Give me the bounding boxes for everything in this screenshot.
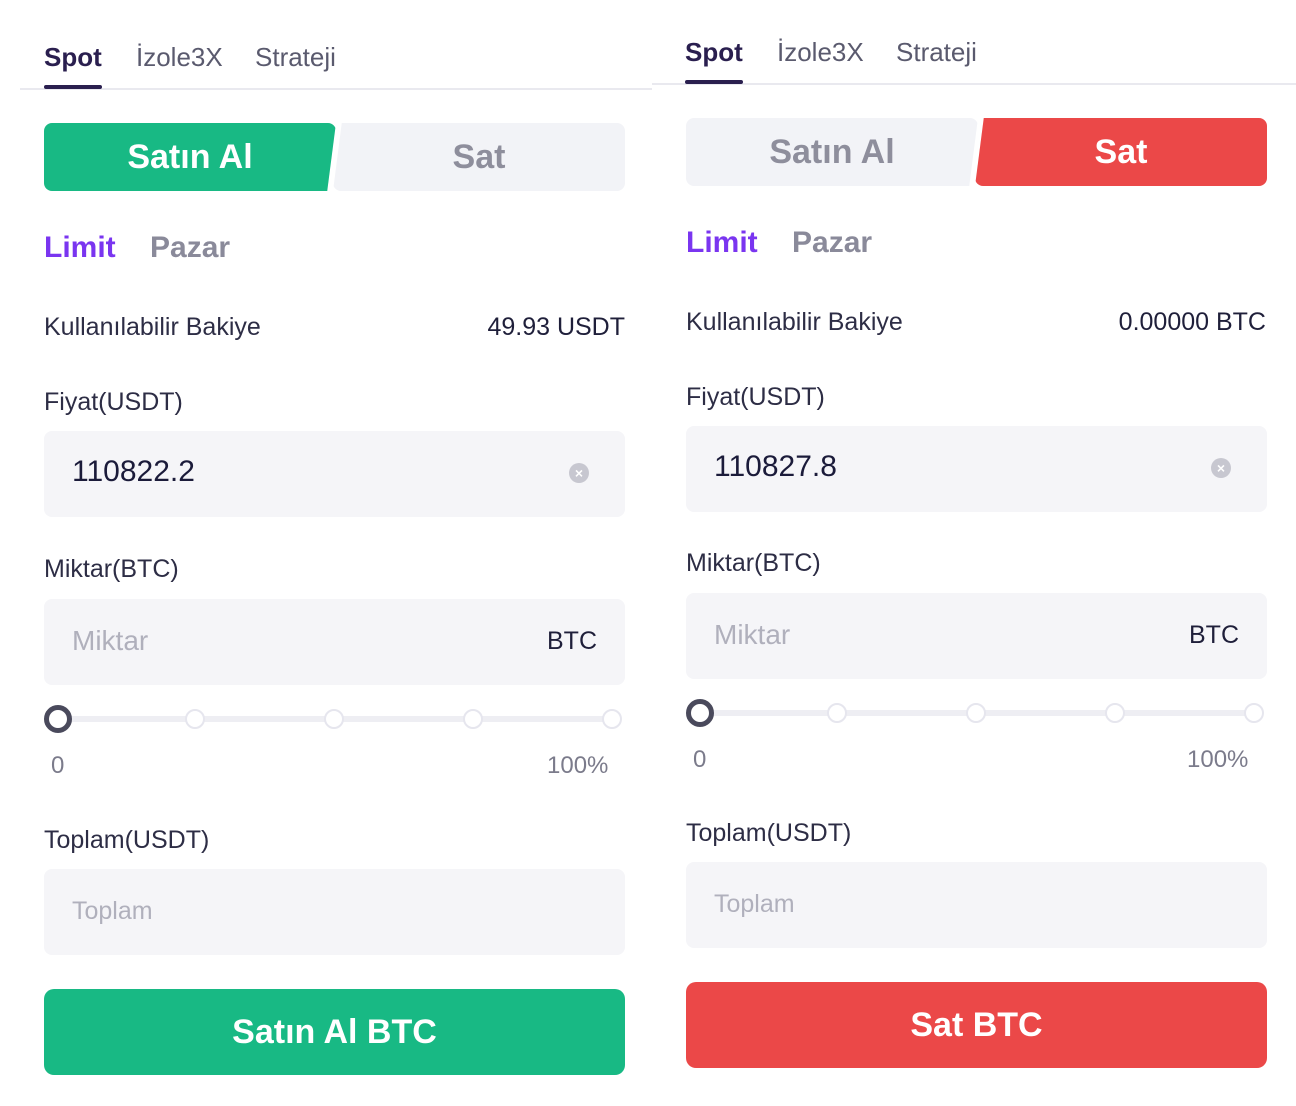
total-input[interactable]: Toplam: [44, 869, 625, 955]
buy-btc-button[interactable]: Satın Al BTC: [44, 989, 625, 1075]
slider-knob[interactable]: [686, 699, 714, 727]
market-tabs: Spot İzole3X Strateji: [652, 0, 1296, 85]
price-label: Fiyat(USDT): [686, 383, 825, 411]
buy-side-tab[interactable]: Satın Al: [686, 118, 978, 186]
price-label: Fiyat(USDT): [44, 388, 183, 416]
buy-side-tab[interactable]: Satın Al: [44, 123, 336, 191]
tab-isolated-3x[interactable]: İzole3X: [777, 37, 864, 68]
amount-placeholder: Miktar: [714, 619, 791, 650]
active-tab-indicator: [44, 85, 102, 89]
tab-spot[interactable]: Spot: [44, 42, 102, 89]
price-value: 110827.8: [714, 450, 837, 483]
slider-knob[interactable]: [44, 705, 72, 733]
order-type-limit[interactable]: Limit: [686, 226, 758, 260]
tab-strategy[interactable]: Strateji: [255, 42, 336, 73]
amount-label: Miktar(BTC): [686, 549, 821, 577]
buy-order-panel: Spot İzole3X Strateji Satın Al Sat Limit…: [0, 0, 652, 1106]
price-value: 110822.2: [72, 455, 195, 488]
available-balance-label: Kullanılabilir Bakiye: [44, 313, 261, 341]
side-switch: Satın Al Sat: [44, 123, 625, 191]
slider-stop-100[interactable]: [602, 709, 622, 729]
amount-percent-slider[interactable]: [44, 703, 625, 735]
order-type-market[interactable]: Pazar: [150, 231, 230, 265]
price-input[interactable]: 110827.8 ×: [686, 426, 1267, 512]
order-type-limit[interactable]: Limit: [44, 231, 116, 265]
active-tab-indicator: [685, 80, 743, 84]
slider-stop-25[interactable]: [827, 703, 847, 723]
total-label: Toplam(USDT): [44, 826, 210, 854]
slider-stop-100[interactable]: [1244, 703, 1264, 723]
slider-max-label: 100%: [1187, 746, 1249, 773]
market-tabs: Spot İzole3X Strateji: [20, 0, 652, 90]
total-input[interactable]: Toplam: [686, 862, 1267, 948]
available-balance-value: 0.00000 BTC: [1118, 308, 1266, 336]
amount-unit: BTC: [547, 627, 597, 655]
slider-min-label: 0: [51, 752, 65, 779]
slider-stop-50[interactable]: [324, 709, 344, 729]
tab-spot-label: Spot: [685, 37, 743, 67]
available-balance-value: 49.93 USDT: [487, 313, 625, 341]
clear-circle-icon[interactable]: ×: [1211, 458, 1231, 478]
price-input[interactable]: 110822.2 ×: [44, 431, 625, 517]
total-placeholder: Toplam: [72, 897, 153, 925]
side-switch: Satın Al Sat: [686, 118, 1267, 186]
sell-side-tab[interactable]: Sat: [975, 118, 1267, 186]
slider-stop-50[interactable]: [966, 703, 986, 723]
total-placeholder: Toplam: [714, 890, 795, 918]
sell-order-panel: Spot İzole3X Strateji Satın Al Sat Limit…: [642, 0, 1296, 1106]
total-label: Toplam(USDT): [686, 819, 852, 847]
amount-placeholder: Miktar: [72, 625, 149, 656]
amount-input[interactable]: Miktar BTC: [44, 599, 625, 685]
slider-max-label: 100%: [547, 752, 609, 779]
tab-spot-label: Spot: [44, 42, 102, 72]
amount-unit: BTC: [1189, 621, 1239, 649]
available-balance-label: Kullanılabilir Bakiye: [686, 308, 903, 336]
slider-stop-75[interactable]: [463, 709, 483, 729]
tab-strategy[interactable]: Strateji: [896, 37, 977, 68]
tab-spot[interactable]: Spot: [685, 37, 743, 84]
slider-stop-25[interactable]: [185, 709, 205, 729]
order-type-market[interactable]: Pazar: [792, 226, 872, 260]
slider-min-label: 0: [693, 746, 707, 773]
slider-stop-75[interactable]: [1105, 703, 1125, 723]
amount-input[interactable]: Miktar BTC: [686, 593, 1267, 679]
amount-percent-slider[interactable]: [686, 697, 1267, 729]
clear-circle-icon[interactable]: ×: [569, 463, 589, 483]
sell-btc-button[interactable]: Sat BTC: [686, 982, 1267, 1068]
amount-label: Miktar(BTC): [44, 555, 179, 583]
sell-side-tab[interactable]: Sat: [333, 123, 625, 191]
tab-isolated-3x[interactable]: İzole3X: [136, 42, 223, 73]
